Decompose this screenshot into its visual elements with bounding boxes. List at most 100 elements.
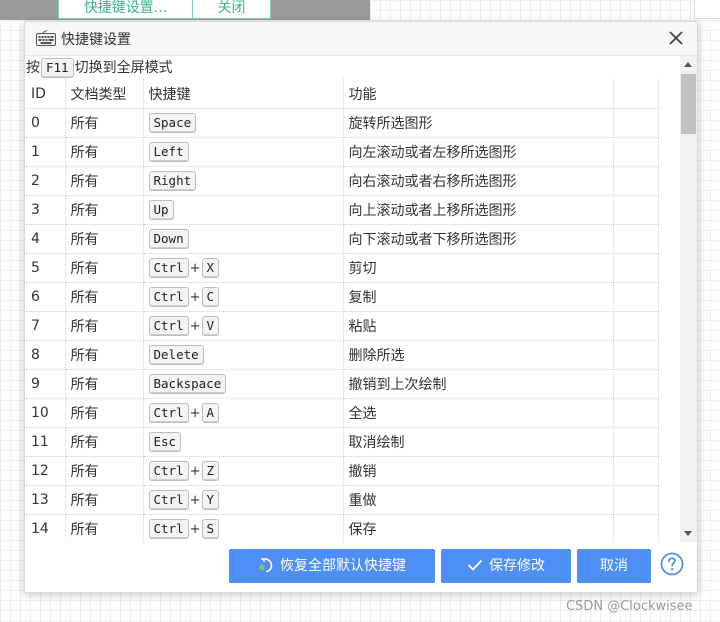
column-header-extra	[613, 79, 659, 109]
row-shortcut[interactable]: Esc	[143, 427, 344, 457]
row-doc-type: 所有	[65, 108, 144, 138]
row-shortcut[interactable]: Ctrl + X	[143, 253, 344, 283]
row-shortcut[interactable]: Delete	[143, 340, 344, 370]
row-shortcut[interactable]: Ctrl + S	[143, 514, 344, 542]
key-cap[interactable]: S	[201, 519, 220, 539]
row-shortcut[interactable]: Left	[143, 137, 344, 167]
key-cap[interactable]: V	[201, 316, 220, 336]
row-shortcut[interactable]: Up	[143, 195, 344, 225]
plus-sign: +	[189, 521, 201, 537]
row-extra	[613, 398, 659, 428]
row-function: 保存	[343, 514, 614, 542]
table-row[interactable]: 13 所有 Ctrl + Y 重做	[26, 485, 659, 515]
fullscreen-hint: 按 F11 切换到全屏模式	[26, 58, 173, 78]
table-row[interactable]: 12 所有 Ctrl + Z 撤销	[26, 456, 659, 486]
shortcut-settings-button[interactable]: 快捷键设置...	[58, 0, 193, 19]
scroll-down-arrow-icon[interactable]	[684, 531, 692, 536]
cancel-button[interactable]: 取消	[577, 549, 651, 583]
row-shortcut[interactable]: Space	[143, 108, 344, 138]
row-shortcut[interactable]: Right	[143, 166, 344, 196]
row-id: 6	[26, 282, 66, 312]
key-cap[interactable]: Ctrl	[148, 258, 189, 278]
column-header-shortcut[interactable]: 快捷键	[143, 79, 344, 109]
table-row[interactable]: 3 所有 Up 向上滚动或者上移所选图形	[26, 195, 659, 225]
table-row[interactable]: 6 所有 Ctrl + C 复制	[26, 282, 659, 312]
table-row[interactable]: 7 所有 Ctrl + V 粘贴	[26, 311, 659, 341]
key-cap[interactable]: Left	[148, 142, 189, 162]
row-extra	[613, 514, 659, 542]
column-header-type[interactable]: 文档类型	[65, 79, 144, 109]
key-cap[interactable]: Esc	[148, 432, 182, 452]
key-cap[interactable]: Right	[148, 171, 197, 191]
key-cap[interactable]: Up	[148, 200, 174, 220]
table-row[interactable]: 11 所有 Esc 取消绘制	[26, 427, 659, 457]
row-shortcut[interactable]: Ctrl + V	[143, 311, 344, 341]
row-shortcut[interactable]: Ctrl + C	[143, 282, 344, 312]
key-cap[interactable]: X	[201, 258, 220, 278]
row-extra	[613, 137, 659, 167]
key-cap[interactable]: Ctrl	[148, 316, 189, 336]
key-cap[interactable]: Y	[201, 490, 220, 510]
row-doc-type: 所有	[65, 282, 144, 312]
row-shortcut[interactable]: Down	[143, 224, 344, 254]
row-doc-type: 所有	[65, 427, 144, 457]
row-extra	[613, 166, 659, 196]
question-circle-icon[interactable]	[660, 552, 684, 576]
row-doc-type: 所有	[65, 456, 144, 486]
dialog-title-bar[interactable]: 快捷键设置	[25, 22, 697, 56]
table-row[interactable]: 9 所有 Backspace 撤销到上次绘制	[26, 369, 659, 399]
key-cap[interactable]: C	[201, 287, 220, 307]
restore-defaults-button[interactable]: 恢复全部默认快捷键	[229, 549, 435, 583]
row-function: 剪切	[343, 253, 614, 283]
key-cap[interactable]: Ctrl	[148, 403, 189, 423]
row-shortcut[interactable]: Ctrl + A	[143, 398, 344, 428]
table-row[interactable]: 5 所有 Ctrl + X 剪切	[26, 253, 659, 283]
row-id: 8	[26, 340, 66, 370]
shortcut-table: ID 文档类型 快捷键 功能 0 所有 Space 旋转所选图形 1 所有 Left 向左滚动…	[26, 79, 659, 542]
table-row[interactable]: 10 所有 Ctrl + A 全选	[26, 398, 659, 428]
table-row[interactable]: 2 所有 Right 向右滚动或者右移所选图形	[26, 166, 659, 196]
row-shortcut[interactable]: Ctrl + Y	[143, 485, 344, 515]
key-cap[interactable]: Ctrl	[148, 490, 189, 510]
row-function: 旋转所选图形	[343, 108, 614, 138]
plus-sign: +	[189, 289, 201, 305]
key-cap[interactable]: A	[201, 403, 220, 423]
close-button[interactable]: 关闭	[192, 0, 271, 19]
hint-suffix: 切换到全屏模式	[74, 60, 173, 76]
row-function: 撤销到上次绘制	[343, 369, 614, 399]
save-button[interactable]: 保存修改	[441, 549, 571, 583]
table-row[interactable]: 4 所有 Down 向下滚动或者下移所选图形	[26, 224, 659, 254]
key-cap[interactable]: Z	[201, 461, 220, 481]
key-cap[interactable]: Ctrl	[148, 461, 189, 481]
row-shortcut[interactable]: Backspace	[143, 369, 344, 399]
table-row[interactable]: 14 所有 Ctrl + S 保存	[26, 514, 659, 542]
row-extra	[613, 340, 659, 370]
scrollbar-thumb[interactable]	[681, 74, 696, 134]
column-header-id[interactable]: ID	[26, 79, 66, 109]
close-icon[interactable]	[665, 27, 687, 49]
table-row[interactable]: 8 所有 Delete 删除所选	[26, 340, 659, 370]
plus-sign: +	[189, 405, 201, 421]
column-header-function[interactable]: 功能	[343, 79, 614, 109]
table-row[interactable]: 0 所有 Space 旋转所选图形	[26, 108, 659, 138]
row-shortcut[interactable]: Ctrl + Z	[143, 456, 344, 486]
table-row[interactable]: 1 所有 Left 向左滚动或者左移所选图形	[26, 137, 659, 167]
shortcut-list-area[interactable]: 按 F11 切换到全屏模式 ID 文档类型 快捷键 功能 0 所有 Space 旋转所选图…	[25, 56, 680, 542]
key-cap[interactable]: Delete	[148, 345, 204, 365]
key-cap[interactable]: Space	[148, 113, 197, 133]
row-id: 13	[26, 485, 66, 515]
scroll-up-arrow-icon[interactable]	[684, 62, 692, 67]
key-cap[interactable]: Ctrl	[148, 287, 189, 307]
row-doc-type: 所有	[65, 514, 144, 542]
key-cap[interactable]: Ctrl	[148, 519, 189, 539]
row-doc-type: 所有	[65, 340, 144, 370]
restore-icon	[259, 557, 273, 572]
key-cap[interactable]: Backspace	[148, 374, 227, 394]
row-function: 全选	[343, 398, 614, 428]
plus-sign: +	[189, 260, 201, 276]
key-cap[interactable]: Down	[148, 229, 189, 249]
restore-defaults-label: 恢复全部默认快捷键	[280, 558, 406, 574]
shortcut-dialog: 快捷键设置 按 F11 切换到全屏模式 ID 文档类型 快捷键 功能 0 所有 Spac…	[24, 21, 698, 593]
row-doc-type: 所有	[65, 369, 144, 399]
vertical-scrollbar[interactable]	[680, 56, 697, 542]
